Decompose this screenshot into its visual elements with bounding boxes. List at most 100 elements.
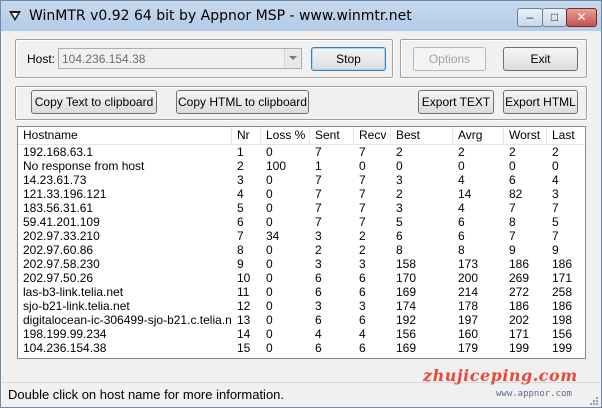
cell-hostname[interactable]: 192.168.63.1 <box>18 145 232 159</box>
close-button[interactable]: ✕ <box>566 8 597 27</box>
cell-hostname[interactable]: 198.199.99.234 <box>18 327 232 341</box>
column-header-hostname[interactable]: Hostname <box>18 127 232 144</box>
cell-hostname[interactable]: 104.236.154.38 <box>18 341 232 355</box>
resize-grip-icon[interactable] <box>588 395 598 405</box>
cell-loss: 0 <box>266 187 273 201</box>
copy-text-button[interactable]: Copy Text to clipboard <box>31 90 157 114</box>
cell-sent: 6 <box>315 313 322 327</box>
cell-loss: 0 <box>266 299 273 313</box>
cell-sent: 7 <box>315 173 322 187</box>
column-header-sent[interactable]: Sent <box>310 127 354 144</box>
title-bar[interactable]: WinMTR v0.92 64 bit by Appnor MSP - www.… <box>1 1 601 31</box>
cell-loss: 0 <box>266 257 273 271</box>
cell-avrg: 4 <box>458 201 465 215</box>
cell-sent: 3 <box>315 257 322 271</box>
table-row[interactable]: 104.236.154.38 15 0 6 6 169 179 199 199 <box>18 341 585 355</box>
table-row[interactable]: 183.56.31.61 5 0 7 7 3 4 7 7 <box>18 201 585 215</box>
cell-worst: 186 <box>509 257 530 271</box>
cell-sent: 7 <box>315 145 322 159</box>
cell-loss: 0 <box>266 327 273 341</box>
cell-hostname[interactable]: 121.33.196.121 <box>18 187 232 201</box>
table-row[interactable]: sjo-b21-link.telia.net 12 0 3 3 174 178 186 186 <box>18 299 585 313</box>
table-row[interactable]: 192.168.63.1 1 0 7 7 2 2 2 2 <box>18 145 585 159</box>
cell-sent: 7 <box>315 187 322 201</box>
table-row[interactable]: 202.97.60.86 8 0 2 2 8 8 9 9 <box>18 243 585 257</box>
cell-hostname[interactable]: 183.56.31.61 <box>18 201 232 215</box>
cell-recv: 6 <box>359 341 366 355</box>
cell-nr: 7 <box>237 229 244 243</box>
table-header: Hostname Nr Loss % Sent Recv Best Avrg Worst Las… <box>18 127 585 145</box>
table-row[interactable]: No response from host 2 100 1 0 0 0 0 0 <box>18 159 585 173</box>
table-row[interactable]: 202.97.50.26 10 0 6 6 170 200 269 171 <box>18 271 585 285</box>
host-combobox[interactable]: 104.236.154.38 <box>58 48 302 69</box>
cell-nr: 15 <box>237 341 251 355</box>
cell-last: 7 <box>552 201 559 215</box>
cell-recv: 7 <box>359 215 366 229</box>
maximize-button[interactable]: □ <box>542 8 567 27</box>
cell-nr: 11 <box>237 285 250 299</box>
cell-loss: 0 <box>266 243 273 257</box>
cell-last: 171 <box>552 271 573 285</box>
cell-hostname[interactable]: sjo-b21-link.telia.net <box>18 299 232 313</box>
cell-last: 258 <box>552 285 573 299</box>
cell-nr: 5 <box>237 201 244 215</box>
table-row[interactable]: 14.23.61.73 3 0 7 7 3 4 6 4 <box>18 173 585 187</box>
column-header-best[interactable]: Best <box>391 127 453 144</box>
cell-nr: 3 <box>237 173 244 187</box>
column-header-nr[interactable]: Nr <box>232 127 261 144</box>
cell-worst: 82 <box>509 187 523 201</box>
cell-loss: 100 <box>266 159 287 173</box>
column-header-loss[interactable]: Loss % <box>261 127 310 144</box>
chevron-down-icon[interactable] <box>284 49 301 68</box>
cell-hostname[interactable]: 14.23.61.73 <box>18 173 232 187</box>
host-label: Host: <box>27 52 56 66</box>
cell-loss: 34 <box>266 229 280 243</box>
cell-best: 156 <box>396 327 417 341</box>
cell-loss: 0 <box>266 313 273 327</box>
table-row[interactable]: las-b3-link.telia.net 11 0 6 6 169 214 272 258 <box>18 285 585 299</box>
cell-avrg: 6 <box>458 215 465 229</box>
column-header-worst[interactable]: Worst <box>504 127 547 144</box>
column-header-recv[interactable]: Recv <box>354 127 391 144</box>
export-html-button[interactable]: Export HTML <box>503 90 578 114</box>
table-row[interactable]: 202.97.58.230 9 0 3 3 158 173 186 186 <box>18 257 585 271</box>
cell-hostname[interactable]: 202.97.50.26 <box>18 271 232 285</box>
cell-nr: 8 <box>237 243 244 257</box>
cell-hostname[interactable]: 202.97.33.210 <box>18 229 232 243</box>
cell-loss: 0 <box>266 285 273 299</box>
cell-best: 170 <box>396 271 417 285</box>
cell-worst: 2 <box>509 145 516 159</box>
cell-last: 0 <box>552 159 559 173</box>
cell-hostname[interactable]: 59.41.201.109 <box>18 215 232 229</box>
cell-worst: 199 <box>509 341 530 355</box>
cell-best: 6 <box>396 229 403 243</box>
table-row[interactable]: 198.199.99.234 14 0 4 4 156 160 171 156 <box>18 327 585 341</box>
cell-recv: 2 <box>359 243 366 257</box>
table-row[interactable]: 121.33.196.121 4 0 7 7 2 14 82 3 <box>18 187 585 201</box>
copy-html-button[interactable]: Copy HTML to clipboard <box>176 90 309 114</box>
cell-nr: 14 <box>237 327 251 341</box>
cell-nr: 10 <box>237 271 251 285</box>
exit-button[interactable]: Exit <box>503 47 578 71</box>
cell-best: 2 <box>396 187 403 201</box>
cell-recv: 3 <box>359 299 366 313</box>
column-header-last[interactable]: Last <box>547 127 585 144</box>
stop-button[interactable]: Stop <box>311 47 386 71</box>
table-row[interactable]: 202.97.33.210 7 34 3 2 6 6 7 7 <box>18 229 585 243</box>
results-table[interactable]: Hostname Nr Loss % Sent Recv Best Avrg Worst Las… <box>17 126 586 359</box>
table-row[interactable]: digitalocean-ic-306499-sjo-b21.c.telia.n… <box>18 313 585 327</box>
column-header-avrg[interactable]: Avrg <box>453 127 504 144</box>
cell-avrg: 8 <box>458 243 465 257</box>
cell-worst: 171 <box>509 327 530 341</box>
export-text-button[interactable]: Export TEXT <box>418 90 494 114</box>
options-button[interactable]: Options <box>413 47 486 71</box>
minimize-button[interactable]: – <box>517 8 543 27</box>
cell-hostname[interactable]: 202.97.60.86 <box>18 243 232 257</box>
cell-hostname[interactable]: digitalocean-ic-306499-sjo-b21.c.telia.n… <box>18 313 232 327</box>
cell-hostname[interactable]: No response from host <box>18 159 232 173</box>
cell-avrg: 2 <box>458 145 465 159</box>
table-row[interactable]: 59.41.201.109 6 0 7 7 5 6 8 5 <box>18 215 585 229</box>
cell-hostname[interactable]: las-b3-link.telia.net <box>18 285 232 299</box>
cell-hostname[interactable]: 202.97.58.230 <box>18 257 232 271</box>
cell-loss: 0 <box>266 341 273 355</box>
